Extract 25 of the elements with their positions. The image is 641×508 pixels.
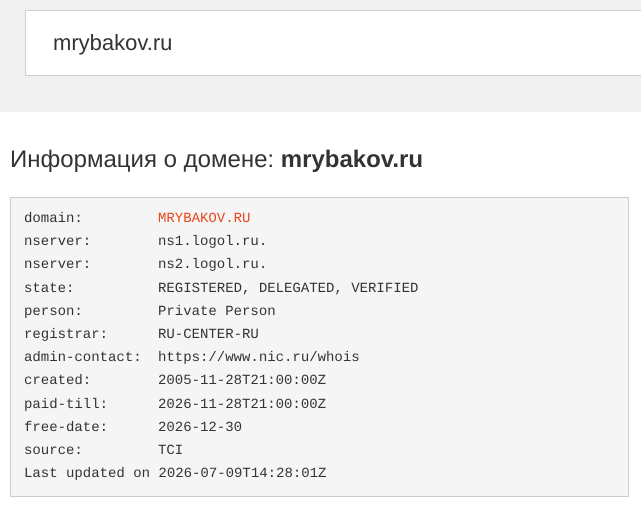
whois-key: state: (24, 278, 158, 301)
whois-value: MRYBAKOV.RU (158, 210, 250, 229)
whois-value: ns2.logol.ru. (158, 256, 268, 276)
whois-value: ns1.logol.ru. (158, 233, 268, 252)
whois-key: free-date: (24, 416, 158, 440)
whois-key: domain: (24, 208, 158, 232)
whois-value: https://www.nic.ru/whois (158, 349, 360, 368)
whois-key: nserver: (24, 231, 158, 254)
whois-value: 2026-11-28T21:00:00Z (158, 396, 326, 415)
whois-value: 2005-11-28T21:00:00Z (158, 372, 326, 392)
whois-key: paid-till: (24, 394, 158, 417)
page-heading: Информация о домене: mrybakov.ru (10, 145, 424, 175)
whois-value: TCI (158, 442, 184, 462)
whois-key: admin-contact: (24, 347, 158, 370)
whois-key: created: (24, 370, 158, 394)
whois-value: REGISTERED, DELEGATED, VERIFIED (158, 280, 418, 299)
search-field[interactable]: mrybakov.ru (25, 10, 641, 76)
last-updated-text: Last updated on 2026-07-09T14:28:01Z (24, 465, 326, 484)
whois-value: Private Person (158, 302, 276, 322)
whois-key: registrar: (24, 324, 158, 348)
whois-key: source: (24, 440, 158, 464)
whois-key: person: (24, 300, 158, 324)
whois-value: 2026-12-30 (158, 418, 242, 438)
whois-value: RU-CENTER-RU (158, 326, 259, 346)
whois-key: nserver: (24, 254, 158, 278)
